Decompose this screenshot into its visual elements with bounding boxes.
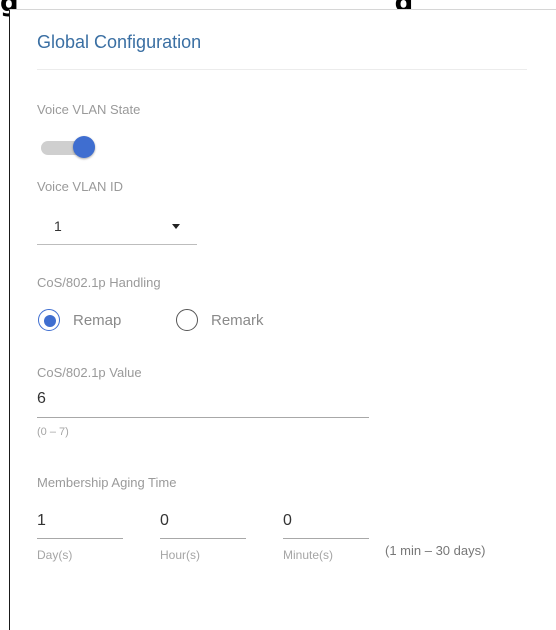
chevron-down-icon xyxy=(172,224,180,229)
aging-minutes-unit: Minute(s) xyxy=(283,548,334,562)
voice-vlan-state-label: Voice VLAN State xyxy=(37,102,141,117)
voice-vlan-state-toggle[interactable] xyxy=(39,134,97,162)
aging-days-unit: Day(s) xyxy=(37,548,73,562)
cos-handling-radio-remark[interactable]: Remark xyxy=(176,309,296,337)
aging-minutes-input[interactable]: 0 xyxy=(283,512,292,530)
aging-hours-input[interactable]: 0 xyxy=(160,512,169,530)
panel-title: Global Configuration xyxy=(37,32,202,52)
aging-range-note: (1 min – 30 days) xyxy=(385,543,486,558)
panel-divider xyxy=(37,69,527,70)
cos-handling-radio-remap[interactable]: Remap xyxy=(38,309,158,337)
cos-value-input[interactable]: 6 xyxy=(37,390,46,408)
voice-vlan-id-select[interactable]: 1 xyxy=(37,212,197,245)
radio-selected-dot-icon xyxy=(44,315,56,327)
cos-value-underline xyxy=(37,417,369,418)
radio-circle-icon xyxy=(38,309,60,331)
aging-hours-unit: Hour(s) xyxy=(160,548,201,562)
voice-vlan-id-value: 1 xyxy=(54,218,62,234)
aging-days-underline xyxy=(37,538,123,539)
aging-days-input[interactable]: 1 xyxy=(37,512,46,530)
radio-label-remap: Remap xyxy=(73,312,122,329)
cos-value-hint: (0 – 7) xyxy=(37,426,69,438)
global-configuration-panel: Global Configuration Voice VLAN State Vo… xyxy=(9,9,556,630)
cos-handling-label: CoS/802.1p Handling xyxy=(37,275,161,290)
aging-hours-underline xyxy=(160,538,246,539)
voice-vlan-id-label: Voice VLAN ID xyxy=(37,179,123,194)
aging-minutes-underline xyxy=(283,538,369,539)
aging-time-label: Membership Aging Time xyxy=(37,475,177,490)
toggle-knob xyxy=(73,136,95,158)
cos-value-label: CoS/802.1p Value xyxy=(37,365,142,380)
radio-circle-icon xyxy=(176,309,198,331)
radio-label-remark: Remark xyxy=(211,312,264,329)
